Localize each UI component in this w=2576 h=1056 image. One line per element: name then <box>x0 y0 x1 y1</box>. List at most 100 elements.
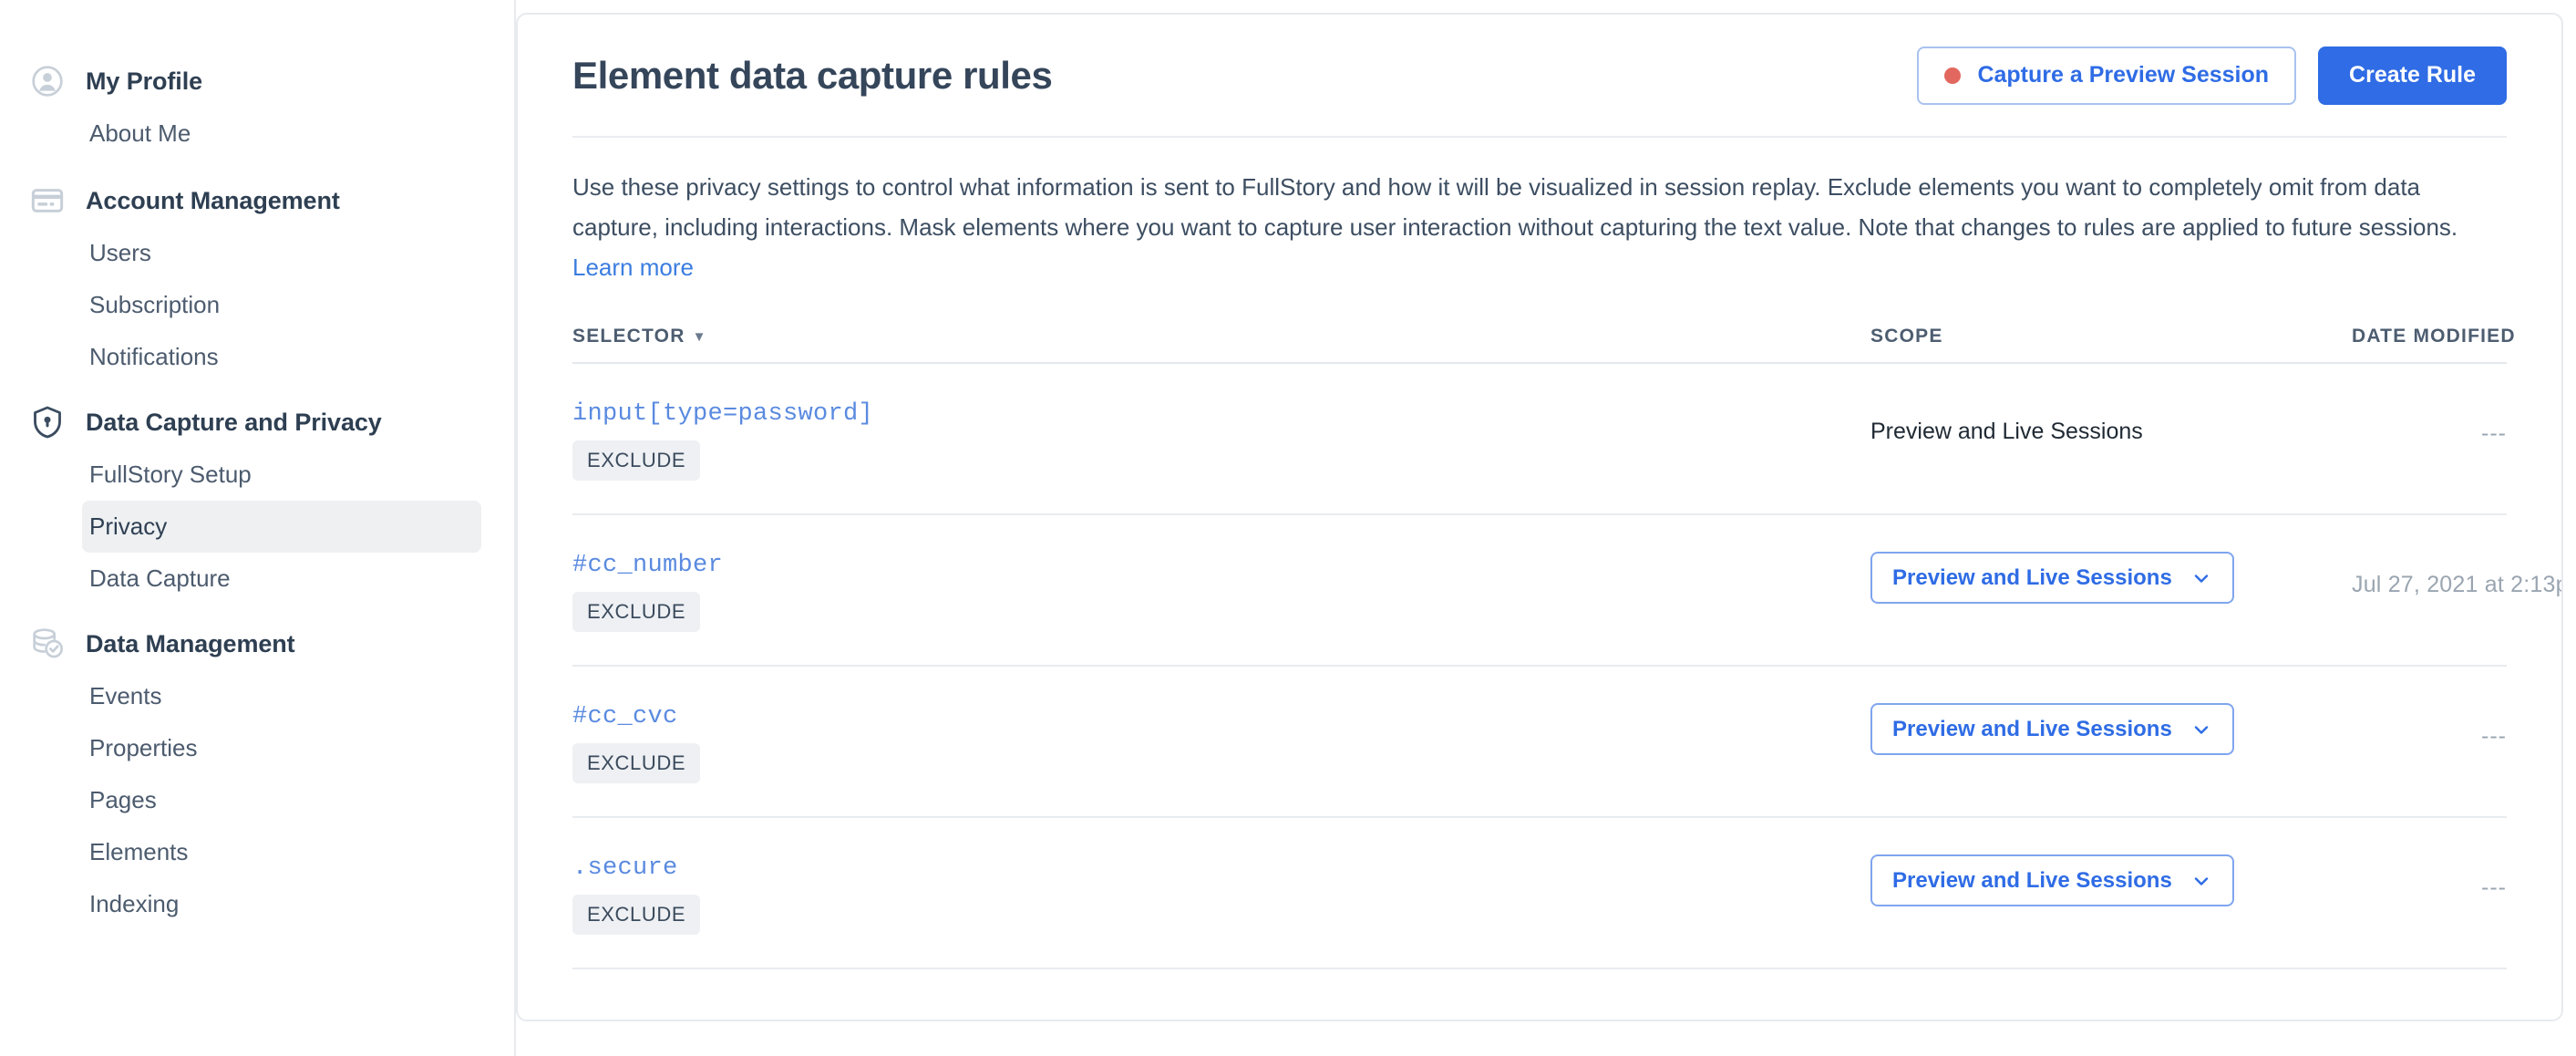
sort-descending-icon: ▼ <box>692 328 707 345</box>
page-title: Element data capture rules <box>572 53 1053 97</box>
column-header-date-modified: DATE MODIFIED <box>2352 326 2516 347</box>
create-rule-button[interactable]: Create Rule <box>2318 46 2507 105</box>
rule-type-badge: EXCLUDE <box>572 440 701 481</box>
sidebar-item-label: FullStory Setup <box>89 461 252 488</box>
sidebar-item-users[interactable]: Users <box>82 227 481 279</box>
sidebar-group-header-data-capture-and-privacy: Data Capture and Privacy <box>0 396 514 449</box>
sidebar-group-title: Data Capture and Privacy <box>86 408 382 436</box>
sidebar-group: My Profile About Me <box>0 55 514 160</box>
sidebar-item-events[interactable]: Events <box>82 670 481 722</box>
selector-link[interactable]: .secure <box>572 854 1870 882</box>
rule-type-badge: EXCLUDE <box>572 743 701 783</box>
cell-scope: Preview and Live Sessions <box>1870 400 2352 445</box>
selector-link[interactable]: #cc_cvc <box>572 703 1870 730</box>
sidebar-item-label: Users <box>89 239 151 266</box>
sidebar-item-label: Events <box>89 682 162 709</box>
sidebar-item-label: Elements <box>89 838 189 865</box>
sidebar-group-title: Data Management <box>86 629 295 657</box>
date-modified-value: --- <box>2481 420 2507 446</box>
scope-dropdown-value: Preview and Live Sessions <box>1892 716 2172 741</box>
sidebar-item-properties[interactable]: Properties <box>82 722 481 774</box>
table-header-row: SELECTOR ▼ SCOPE DATE MODIFIED <box>572 326 2515 364</box>
cell-date-modified: --- <box>2352 703 2507 750</box>
sidebar-item-notifications[interactable]: Notifications <box>82 331 481 383</box>
sidebar-item-data-capture[interactable]: Data Capture <box>82 553 481 605</box>
column-header-scope-label: SCOPE <box>1870 326 1943 347</box>
table-row: #cc_number EXCLUDE Preview and Live Sessio… <box>572 515 2561 667</box>
rule-type-badge: EXCLUDE <box>572 895 701 935</box>
sidebar-item-label: Privacy <box>89 512 168 540</box>
cell-scope: Preview and Live Sessions <box>1870 854 2352 906</box>
database-check-icon <box>29 626 66 662</box>
table-row: input[type=password] EXCLUDE Preview and L… <box>572 364 2507 515</box>
date-modified-value: --- <box>2481 875 2507 900</box>
sidebar-navigation: My Profile About Me Account Management User… <box>0 0 516 1056</box>
capture-preview-session-button[interactable]: Capture a Preview Session <box>1917 46 2297 105</box>
sidebar-item-privacy[interactable]: Privacy <box>82 501 481 553</box>
main-content: Element data capture rules Capture a Pre… <box>516 0 2576 1056</box>
cell-date-modified: --- <box>2352 854 2507 901</box>
header-actions: Capture a Preview Session Create Rule <box>1917 46 2507 105</box>
learn-more-link[interactable]: Learn more <box>572 254 694 281</box>
column-header-selector[interactable]: SELECTOR ▼ <box>572 326 1870 347</box>
scope-dropdown[interactable]: Preview and Live Sessions <box>1870 703 2234 755</box>
create-rule-label: Create Rule <box>2349 62 2476 88</box>
sidebar-group-title: My Profile <box>86 67 203 95</box>
card-header: Element data capture rules Capture a Pre… <box>518 15 2561 136</box>
cell-scope: Preview and Live Sessions <box>1870 552 2352 604</box>
table-body: input[type=password] EXCLUDE Preview and L… <box>572 364 2561 969</box>
capture-preview-session-label: Capture a Preview Session <box>1977 62 2270 88</box>
sidebar-item-about-me[interactable]: About Me <box>82 108 481 160</box>
settings-page: My Profile About Me Account Management User… <box>0 0 2576 1056</box>
element-rules-card: Element data capture rules Capture a Pre… <box>516 13 2563 1021</box>
cell-date-modified: Jul 27, 2021 at 2:13pm <box>2352 552 2561 598</box>
sidebar-item-indexing[interactable]: Indexing <box>82 878 481 930</box>
table-row: #cc_cvc EXCLUDE Preview and Live Sessions -… <box>572 667 2507 818</box>
selector-link[interactable]: #cc_number <box>572 552 1870 579</box>
scope-dropdown-value: Preview and Live Sessions <box>1892 564 2172 590</box>
rule-type-badge: EXCLUDE <box>572 592 701 632</box>
sidebar-group: Account Management Users Subscription Notif… <box>0 174 514 383</box>
cell-selector: #cc_cvc EXCLUDE <box>572 703 1870 783</box>
sidebar-item-fullstory-setup[interactable]: FullStory Setup <box>82 449 481 501</box>
sidebar-item-label: Pages <box>89 786 157 813</box>
selector-link[interactable]: input[type=password] <box>572 400 1870 428</box>
sidebar-item-label: Notifications <box>89 343 219 370</box>
column-header-selector-label: SELECTOR <box>572 326 685 347</box>
cell-selector: .secure EXCLUDE <box>572 854 1870 935</box>
sidebar-item-label: About Me <box>89 119 191 147</box>
rules-table: SELECTOR ▼ SCOPE DATE MODIFIED input[type… <box>572 326 2561 969</box>
sidebar-item-label: Subscription <box>89 291 221 318</box>
sidebar-item-label: Properties <box>89 734 198 761</box>
chevron-down-icon <box>2190 567 2212 589</box>
sidebar-group-header-my-profile: My Profile <box>0 55 514 108</box>
sidebar-item-elements[interactable]: Elements <box>82 826 481 878</box>
sidebar-group-title: Account Management <box>86 186 340 214</box>
chevron-down-icon <box>2190 870 2212 892</box>
user-circle-icon <box>29 63 66 99</box>
sidebar-item-subscription[interactable]: Subscription <box>82 279 481 331</box>
date-modified-value: Jul 27, 2021 at 2:13pm <box>2352 572 2561 597</box>
record-dot-icon <box>1944 67 1962 84</box>
chevron-down-icon <box>2190 719 2212 740</box>
shield-lock-icon <box>29 404 66 440</box>
sidebar-group: Data Management Events Properties Pages Elem… <box>0 617 514 930</box>
table-row: .secure EXCLUDE Preview and Live Sessions -… <box>572 818 2507 969</box>
privacy-description-text: Use these privacy settings to control wh… <box>572 173 2458 241</box>
scope-dropdown[interactable]: Preview and Live Sessions <box>1870 552 2234 604</box>
card-body: Use these privacy settings to control wh… <box>518 138 2561 969</box>
column-header-date-modified-label: DATE MODIFIED <box>2352 326 2516 347</box>
sidebar-item-label: Indexing <box>89 890 180 917</box>
scope-dropdown[interactable]: Preview and Live Sessions <box>1870 854 2234 906</box>
sidebar-group-header-data-management: Data Management <box>0 617 514 670</box>
scope-dropdown-value: Preview and Live Sessions <box>1892 867 2172 893</box>
credit-card-icon <box>29 182 66 219</box>
cell-selector: input[type=password] EXCLUDE <box>572 400 1870 481</box>
sidebar-group-header-account-management: Account Management <box>0 174 514 227</box>
sidebar-item-pages[interactable]: Pages <box>82 774 481 826</box>
cell-scope: Preview and Live Sessions <box>1870 703 2352 755</box>
date-modified-value: --- <box>2481 723 2507 749</box>
cell-selector: #cc_number EXCLUDE <box>572 552 1870 632</box>
scope-static-value: Preview and Live Sessions <box>1870 419 2143 444</box>
sidebar-group: Data Capture and Privacy FullStory Setup P… <box>0 396 514 605</box>
